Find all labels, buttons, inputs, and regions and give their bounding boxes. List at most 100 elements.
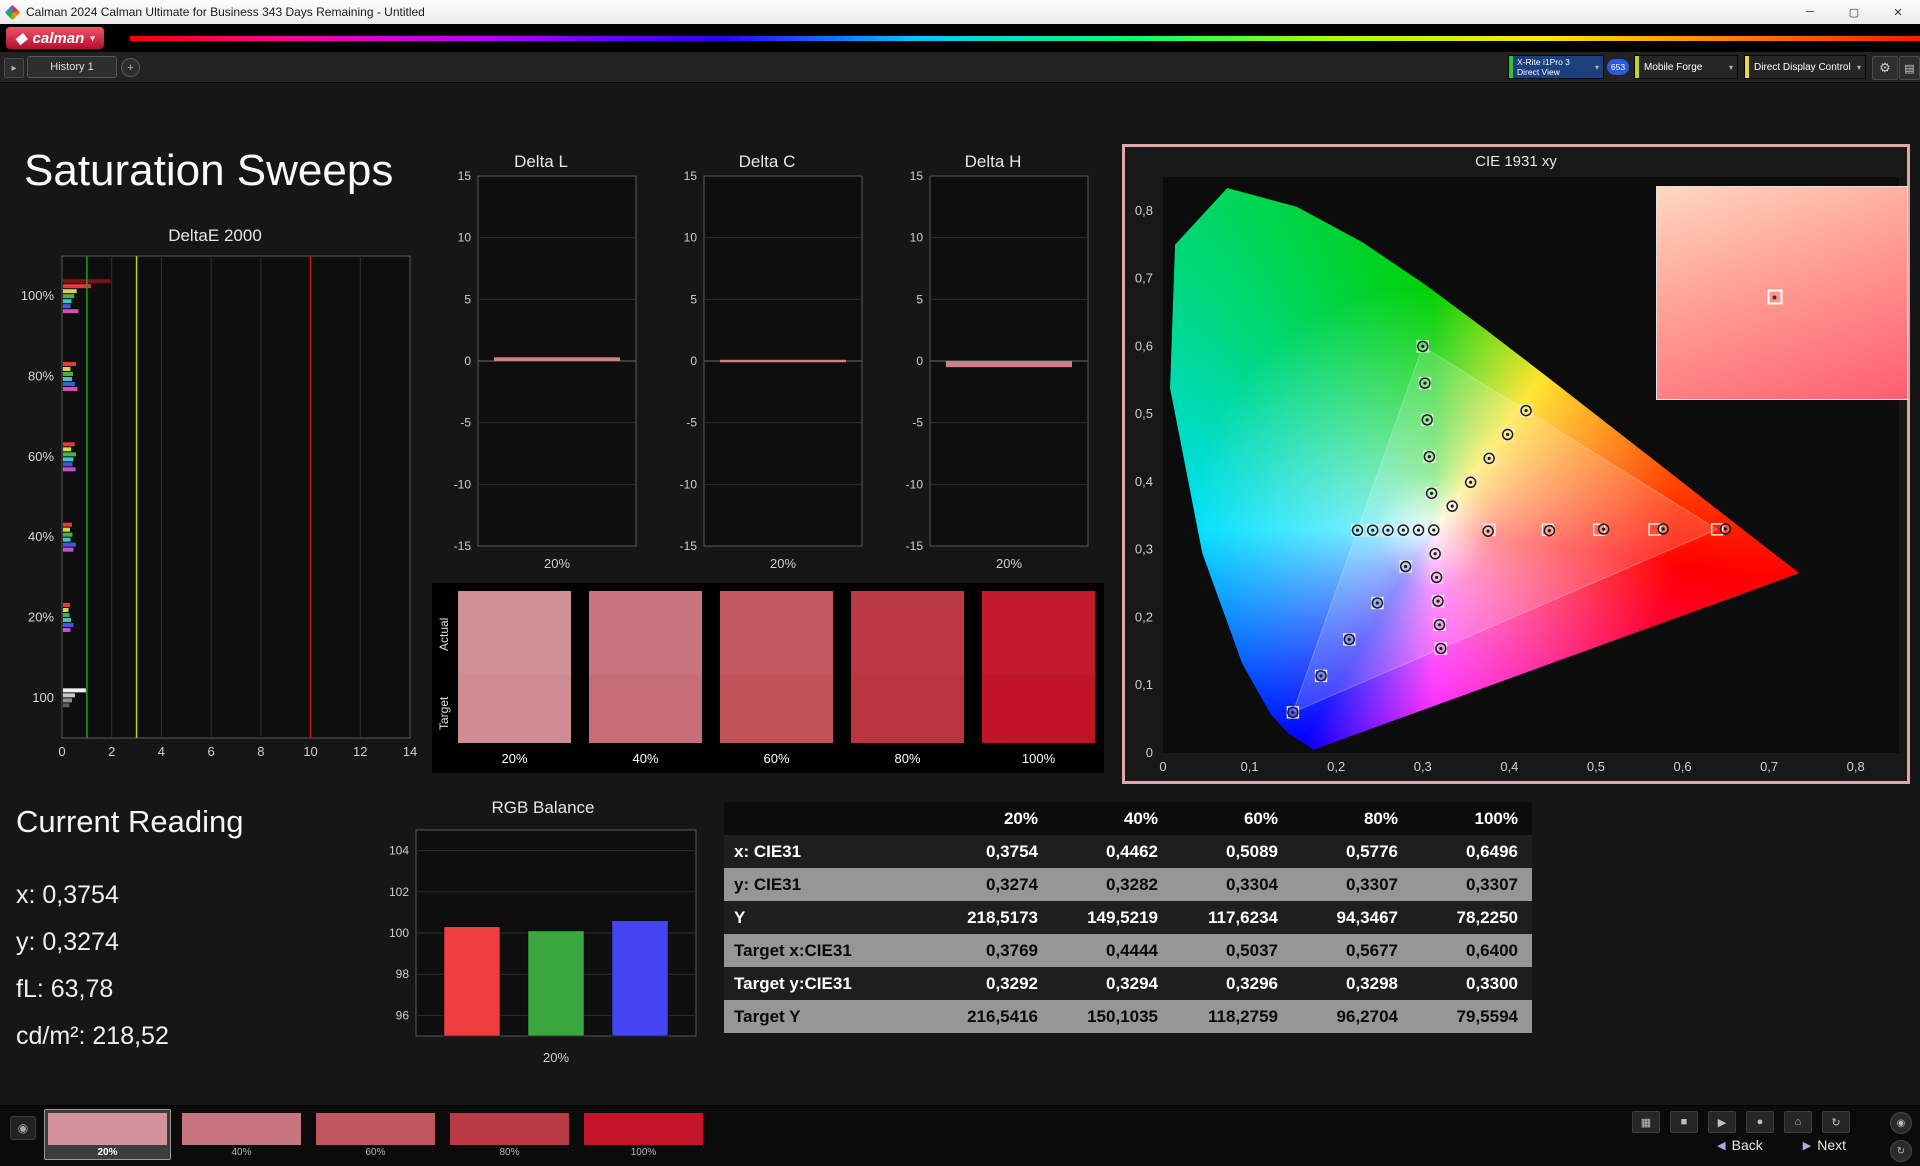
minimize-button[interactable]: ─ <box>1788 0 1832 24</box>
back-button[interactable]: ◀ Back <box>1717 1137 1763 1153</box>
table-cell: 117,6234 <box>1172 901 1292 934</box>
svg-text:20%: 20% <box>543 1050 569 1065</box>
svg-text:0: 0 <box>690 354 697 368</box>
display-control-dropdown[interactable]: Direct Display Control ▾ <box>1744 55 1866 79</box>
table-cell: 0,3769 <box>932 934 1052 967</box>
table-row-label: y: CIE31 <box>724 868 932 901</box>
svg-text:-10: -10 <box>680 477 698 491</box>
actual-swatch <box>982 591 1095 675</box>
back-label: Back <box>1731 1137 1763 1153</box>
window-controls: ─ ▢ ✕ <box>1788 0 1920 24</box>
source-dropdown[interactable]: Mobile Forge ▾ <box>1634 55 1738 79</box>
bottom-swatch-100%[interactable]: 100% <box>580 1109 707 1160</box>
svg-text:40%: 40% <box>28 529 54 544</box>
bottom-swatch-20%[interactable]: 20% <box>44 1109 171 1160</box>
svg-text:0,3: 0,3 <box>1135 542 1153 557</box>
calman-logo-button[interactable]: ◆ calman ▾ <box>6 27 104 49</box>
table-header: 40% <box>1052 802 1172 835</box>
svg-text:0: 0 <box>1146 745 1153 760</box>
svg-text:20%: 20% <box>544 556 570 571</box>
add-tab-button[interactable]: + <box>121 58 140 77</box>
table-row-label: x: CIE31 <box>724 835 932 868</box>
stop-icon: ■ <box>1680 1116 1688 1128</box>
bottom-swatch-60%[interactable]: 60% <box>312 1109 439 1160</box>
swatch-label: 100% <box>1021 751 1056 766</box>
deltaH-chart: 15 10 5 0 -5 -10 -15 20% <box>890 169 1096 579</box>
table-cell: 78,2250 <box>1412 901 1532 934</box>
meter-badge: 653 <box>1607 59 1629 75</box>
svg-text:20%: 20% <box>996 556 1022 571</box>
app-window: Calman 2024 Calman Ultimate for Business… <box>0 0 1920 1166</box>
table-cell: 0,5776 <box>1292 835 1412 868</box>
svg-text:14: 14 <box>403 744 417 759</box>
table-cell: 150,1035 <box>1052 1000 1172 1033</box>
svg-text:4: 4 <box>158 744 165 759</box>
svg-text:5: 5 <box>690 292 697 306</box>
target-button[interactable]: ◉ <box>1890 1112 1912 1134</box>
page-title: Saturation Sweeps <box>24 146 394 195</box>
svg-text:80%: 80% <box>28 369 54 384</box>
svg-text:0,6: 0,6 <box>1135 338 1153 353</box>
layout-button[interactable]: ▤ <box>1899 56 1920 80</box>
swatch-color <box>48 1113 167 1145</box>
display-button[interactable]: ▦ <box>1632 1111 1660 1133</box>
table-cell: 0,6496 <box>1412 835 1532 868</box>
svg-text:2: 2 <box>108 744 115 759</box>
table-cell: 0,3304 <box>1172 868 1292 901</box>
transport-buttons: ▦ ■ ▶ ● ⌂ ↻ <box>1632 1111 1850 1133</box>
home-button[interactable]: ⌂ <box>1784 1111 1812 1133</box>
sensor-button[interactable]: ◉ <box>10 1116 36 1140</box>
rgb-balance-chart: 96 98 100 102 104 20% <box>378 826 708 1081</box>
grid-icon: ▤ <box>1904 62 1915 75</box>
record-button[interactable]: ● <box>1746 1111 1774 1133</box>
actual-swatch <box>458 591 571 675</box>
swatch-columns: 20% 40% 60% 80% 100% <box>458 591 1095 766</box>
swatch-color <box>182 1113 301 1145</box>
chevron-down-icon: ▾ <box>1594 62 1599 72</box>
bottom-swatch-40%[interactable]: 40% <box>178 1109 305 1160</box>
svg-text:104: 104 <box>389 844 409 858</box>
close-button[interactable]: ✕ <box>1876 0 1920 24</box>
swatch-label: 60% <box>763 751 790 766</box>
table-cell: 118,2759 <box>1172 1000 1292 1033</box>
next-button[interactable]: ▶ Next <box>1803 1137 1846 1153</box>
svg-text:0,1: 0,1 <box>1135 677 1153 692</box>
current-reading-heading: Current Reading <box>16 804 244 839</box>
svg-text:96: 96 <box>396 1008 410 1022</box>
logo-bar: ◆ calman ▾ <box>0 24 1920 52</box>
svg-text:60%: 60% <box>28 449 54 464</box>
swatch-label: 20% <box>501 751 528 766</box>
app-icon <box>4 4 21 20</box>
svg-text:0,1: 0,1 <box>1241 759 1259 774</box>
sensor-icon: ◉ <box>17 1121 29 1135</box>
settings-button[interactable]: ⚙ <box>1872 56 1898 80</box>
table-cell: 0,4444 <box>1052 934 1172 967</box>
next-label: Next <box>1817 1137 1846 1153</box>
calman-diamond-icon: ◆ <box>15 30 27 47</box>
refresh-button[interactable]: ↻ <box>1822 1111 1850 1133</box>
swatch-color <box>316 1113 435 1145</box>
target-swatch <box>851 675 964 743</box>
table-cell: 0,3292 <box>932 967 1052 1000</box>
bottom-swatch-80%[interactable]: 80% <box>446 1109 573 1160</box>
swatch-label: 80% <box>894 751 921 766</box>
maximize-button[interactable]: ▢ <box>1832 0 1876 24</box>
stop-button[interactable]: ■ <box>1670 1111 1698 1133</box>
tab-history-1[interactable]: History 1 <box>27 56 117 78</box>
svg-text:102: 102 <box>389 885 409 899</box>
reading-y: y: 0,3274 <box>16 928 119 956</box>
swatch-color <box>584 1113 703 1145</box>
svg-text:-15: -15 <box>454 539 472 553</box>
panel-toggle-button[interactable]: ▸ <box>4 58 24 78</box>
svg-text:0: 0 <box>1159 759 1166 774</box>
side-buttons: ◉ ↻ <box>1890 1112 1912 1162</box>
reset-button[interactable]: ↻ <box>1890 1140 1912 1162</box>
table-header: 60% <box>1172 802 1292 835</box>
play-button[interactable]: ▶ <box>1708 1111 1736 1133</box>
source-name: Mobile Forge <box>1644 61 1703 73</box>
meter-dropdown[interactable]: X-Rite i1Pro 3 Direct View ▾ <box>1508 55 1604 79</box>
svg-text:10: 10 <box>303 744 317 759</box>
gear-icon: ⚙ <box>1879 60 1891 75</box>
svg-text:0,5: 0,5 <box>1135 406 1153 421</box>
svg-text:0,8: 0,8 <box>1135 203 1153 218</box>
